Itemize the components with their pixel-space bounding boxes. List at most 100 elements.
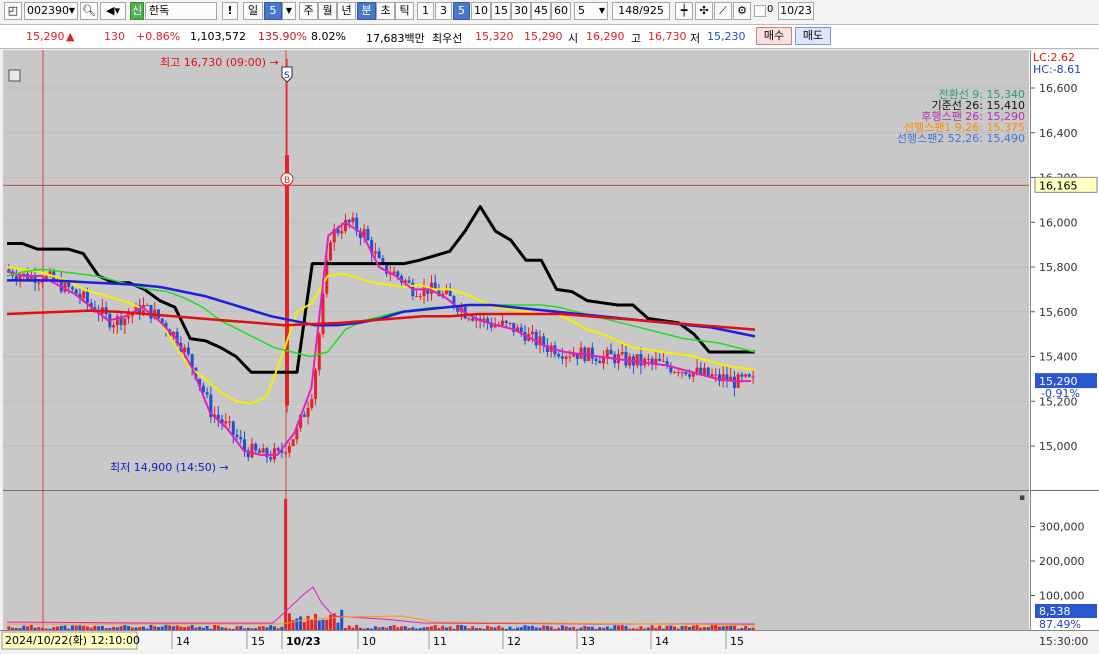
price-panel	[3, 50, 1029, 490]
date-input[interactable]: 10/23	[778, 2, 814, 20]
candle-body	[123, 318, 127, 326]
candle-body	[37, 282, 41, 284]
candle-body	[534, 331, 538, 346]
chevron-down-icon[interactable]: ▼	[69, 3, 75, 19]
tab-week[interactable]: 주	[299, 2, 318, 20]
alert-button[interactable]: !	[222, 2, 238, 20]
best-quote-label: 최우선	[432, 32, 463, 45]
candle-body	[594, 358, 598, 361]
candle-body	[112, 325, 116, 328]
search-icon[interactable]: 🔍︎	[80, 2, 98, 20]
buy-button[interactable]: 매수	[756, 27, 792, 45]
candle-body	[751, 376, 755, 378]
interval-1[interactable]: 1	[417, 2, 434, 20]
sell-button[interactable]: 매도	[795, 27, 831, 45]
candle-body	[568, 356, 572, 358]
interval-3[interactable]: 3	[435, 2, 452, 20]
candle-body	[351, 217, 355, 223]
candle-body	[646, 358, 650, 360]
page-counter[interactable]: 148/925	[612, 2, 670, 20]
time-tick-label: 14	[655, 635, 669, 648]
candle-body	[639, 354, 643, 366]
trade-amount: 17,683백만	[366, 32, 425, 45]
tab-day[interactable]: 일	[243, 2, 263, 20]
volume: 1,103,572	[190, 30, 246, 43]
legend-entry: 선행스팬2 52,26: 15,490	[897, 132, 1025, 145]
tab-tick[interactable]: 틱	[395, 2, 414, 20]
candle-body	[377, 251, 381, 259]
chevron-down-icon[interactable]: ▼	[599, 3, 605, 19]
volume-bar	[302, 622, 306, 630]
count-select[interactable]: 5 ▼	[574, 2, 608, 20]
volume-bar	[295, 618, 299, 630]
candle-body	[575, 354, 579, 359]
price-tick-label: 15,400	[1039, 351, 1078, 364]
candle-body	[688, 374, 692, 377]
candle-body	[695, 367, 699, 373]
tab-second[interactable]: 초	[376, 2, 395, 20]
period-select[interactable]: 5	[264, 2, 282, 20]
candle-body	[635, 354, 639, 366]
interval-10[interactable]: 10	[471, 2, 491, 20]
volume-bar	[287, 613, 291, 630]
candle-body	[407, 280, 411, 283]
candle-body	[340, 231, 344, 234]
candle-body	[145, 305, 149, 307]
high-price: 16,730	[648, 30, 687, 43]
interval-60[interactable]: 60	[551, 2, 571, 20]
candle-body	[609, 349, 613, 355]
candle-body	[205, 392, 209, 395]
candle-body	[306, 407, 310, 417]
candle-body	[254, 443, 258, 451]
crosshair-icon[interactable]: ✣	[695, 2, 713, 20]
gear-icon[interactable]: ⚙	[733, 2, 751, 20]
candle-body	[250, 443, 254, 458]
candle-icon[interactable]: ┿	[675, 2, 693, 20]
candle-body	[347, 220, 351, 223]
speaker-icon[interactable]: ◀▾	[100, 2, 126, 20]
volume-pct-tag: 87.49%	[1039, 618, 1081, 630]
date-checkbox[interactable]	[754, 5, 766, 17]
interval-15[interactable]: 15	[491, 2, 511, 20]
stock-code-input[interactable]: 002390 ▼	[24, 2, 78, 20]
candle-body	[519, 327, 523, 332]
price-axis: LC:2.62HC:-8.6116,60016,40016,20016,0001…	[1030, 50, 1099, 631]
stock-name-field[interactable]: 한독	[145, 2, 217, 20]
best-bid: 15,290	[524, 30, 563, 43]
tab-year[interactable]: 년	[337, 2, 356, 20]
volume-bar	[299, 616, 303, 630]
candle-body	[82, 291, 86, 299]
interval-45[interactable]: 45	[531, 2, 551, 20]
candle-body	[530, 331, 534, 335]
candle-body	[661, 360, 665, 362]
candle-body	[366, 228, 370, 241]
price-tick-label: 15,800	[1039, 261, 1078, 274]
drawing-icon[interactable]: ⟋	[714, 2, 732, 20]
turnover-rate: 8.02%	[311, 30, 346, 43]
candle-body	[624, 352, 628, 366]
chevron-down-icon[interactable]: ▼	[282, 2, 296, 20]
price-axis-svg: LC:2.62HC:-8.6116,60016,40016,20016,0001…	[1031, 51, 1099, 631]
volume-bar	[325, 619, 329, 630]
candle-body	[302, 414, 306, 417]
checkbox-label: 0	[767, 4, 774, 15]
interval-5[interactable]: 5	[453, 2, 470, 20]
candle-body	[557, 354, 561, 357]
candle-body	[130, 313, 134, 317]
window-icon[interactable]: ◰	[4, 2, 22, 20]
tab-month[interactable]: 월	[318, 2, 337, 20]
volume-bar	[340, 609, 344, 630]
low-annotation: 최저 14,900 (14:50) →	[110, 461, 229, 474]
tab-minute[interactable]: 분	[357, 2, 376, 20]
stock-code-value: 002390	[27, 4, 69, 17]
candle-body	[329, 242, 333, 261]
candle	[329, 240, 333, 262]
volume-bar	[336, 622, 340, 630]
candle-body	[70, 287, 74, 290]
volume-tick-label: 100,000	[1039, 590, 1085, 603]
volume-bar	[310, 619, 314, 630]
interval-30[interactable]: 30	[511, 2, 531, 20]
price-chart-area[interactable]: ▪ 최고 16,730 (09:00) → 최저 14,900 (14:50) → S…	[3, 50, 1029, 630]
candle-body	[673, 372, 677, 374]
buy-marker-label: B	[284, 176, 290, 186]
